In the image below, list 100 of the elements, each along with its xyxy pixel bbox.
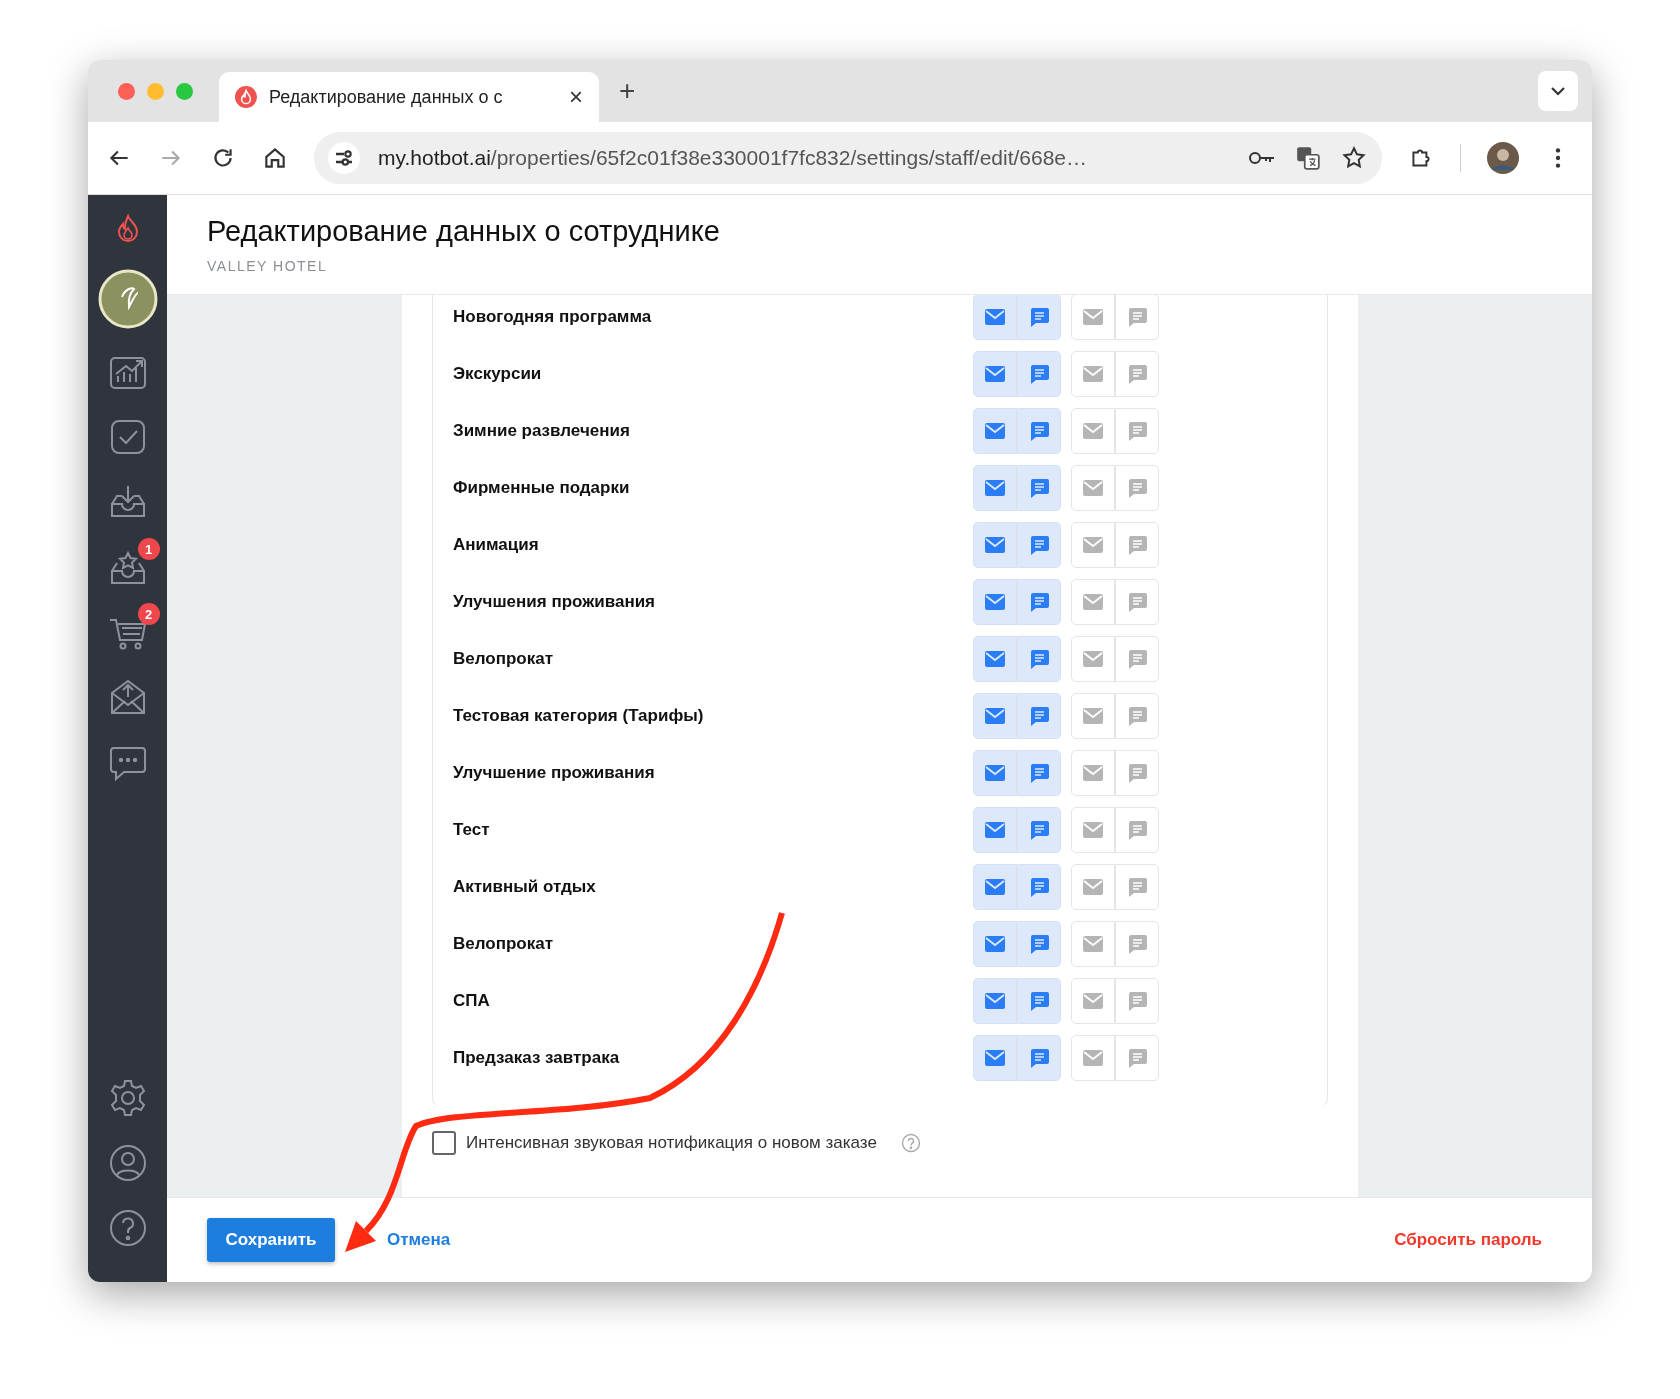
message-toggle[interactable] xyxy=(1017,920,1061,967)
message-toggle[interactable] xyxy=(1017,635,1061,682)
email-toggle[interactable] xyxy=(1071,407,1115,454)
new-tab-button[interactable]: + xyxy=(619,75,636,107)
user-avatar[interactable] xyxy=(97,269,158,329)
email-toggle[interactable] xyxy=(1071,806,1115,853)
message-toggle[interactable] xyxy=(1115,692,1159,739)
address-bar[interactable]: my.hotbot.ai/properties/65f2c01f38e330001f7fc832/settings/staff/edit/668e… xyxy=(314,132,1382,184)
message-toggle[interactable] xyxy=(1115,295,1159,340)
email-toggle[interactable] xyxy=(973,578,1017,625)
email-toggle[interactable] xyxy=(973,920,1017,967)
close-window-icon[interactable] xyxy=(118,82,135,100)
message-toggle[interactable] xyxy=(1017,407,1061,454)
category-label: Велопрокат xyxy=(453,648,555,669)
envelope-icon xyxy=(1082,763,1104,782)
message-toggle[interactable] xyxy=(1115,806,1159,853)
message-toggle[interactable] xyxy=(1115,977,1159,1024)
message-toggle[interactable] xyxy=(1017,977,1061,1024)
save-button[interactable]: Сохранить xyxy=(207,1218,335,1262)
email-toggle[interactable] xyxy=(1071,578,1115,625)
email-toggle[interactable] xyxy=(973,464,1017,511)
message-toggle[interactable] xyxy=(1115,863,1159,910)
message-icon xyxy=(1028,476,1050,499)
tab-close-button[interactable]: × xyxy=(569,83,583,111)
envelope-icon xyxy=(1082,535,1104,554)
message-toggle[interactable] xyxy=(1017,350,1061,397)
envelope-icon xyxy=(1082,478,1104,497)
email-toggle[interactable] xyxy=(1071,920,1115,967)
message-toggle[interactable] xyxy=(1115,464,1159,511)
reset-password-link[interactable]: Сбросить пароль xyxy=(1394,1230,1542,1250)
browser-tab[interactable]: Редактирование данных о с × xyxy=(219,72,599,122)
email-toggle[interactable] xyxy=(973,863,1017,910)
email-toggle[interactable] xyxy=(1071,692,1115,739)
envelope-icon xyxy=(984,991,1006,1010)
profile-avatar[interactable] xyxy=(1487,142,1519,174)
email-toggle[interactable] xyxy=(973,692,1017,739)
message-icon xyxy=(1028,818,1050,841)
message-toggle[interactable] xyxy=(1017,1034,1061,1081)
envelope-icon xyxy=(984,820,1006,839)
flame-logo[interactable] xyxy=(115,213,140,245)
envelope-icon xyxy=(984,592,1006,611)
help-icon[interactable] xyxy=(900,1133,921,1153)
help-icon[interactable] xyxy=(107,1207,148,1248)
email-toggle[interactable] xyxy=(973,635,1017,682)
message-icon xyxy=(1028,761,1050,784)
email-toggle[interactable] xyxy=(1071,295,1115,340)
email-toggle[interactable] xyxy=(973,350,1017,397)
envelope-icon xyxy=(984,934,1006,953)
home-icon[interactable] xyxy=(262,145,288,171)
message-icon xyxy=(1028,590,1050,613)
message-toggle[interactable] xyxy=(1017,863,1061,910)
message-toggle[interactable] xyxy=(1017,464,1061,511)
email-toggle[interactable] xyxy=(973,749,1017,796)
envelope-icon xyxy=(1082,1048,1104,1067)
cancel-link[interactable]: Отмена xyxy=(387,1230,451,1250)
email-toggle[interactable] xyxy=(1071,749,1115,796)
email-toggle[interactable] xyxy=(1071,863,1115,910)
user-icon[interactable] xyxy=(107,1142,148,1183)
email-toggle[interactable] xyxy=(1071,464,1115,511)
checkbox[interactable] xyxy=(432,1131,456,1155)
email-toggle[interactable] xyxy=(973,521,1017,568)
star-icon[interactable] xyxy=(1340,145,1368,171)
url-host: my.hotbot.ai xyxy=(378,146,491,169)
envelope-icon xyxy=(1082,820,1104,839)
message-toggle[interactable] xyxy=(1115,635,1159,682)
message-toggle[interactable] xyxy=(1017,806,1061,853)
chevron-down-icon[interactable] xyxy=(1538,71,1578,111)
email-toggle[interactable] xyxy=(1071,977,1115,1024)
tab-title: Редактирование данных о с xyxy=(269,86,504,108)
email-toggle[interactable] xyxy=(1071,350,1115,397)
category-label: Анимация xyxy=(453,534,540,555)
email-toggle[interactable] xyxy=(1071,1034,1115,1081)
email-toggle[interactable] xyxy=(973,295,1017,340)
message-icon xyxy=(1126,362,1148,385)
translate-icon[interactable] xyxy=(1294,145,1322,171)
email-toggle[interactable] xyxy=(973,977,1017,1024)
message-toggle[interactable] xyxy=(1115,920,1159,967)
flame-icon xyxy=(235,86,257,108)
email-toggle[interactable] xyxy=(1071,521,1115,568)
message-toggle[interactable] xyxy=(1115,749,1159,796)
site-settings-icon[interactable] xyxy=(328,142,360,174)
email-toggle[interactable] xyxy=(973,806,1017,853)
message-toggle[interactable] xyxy=(1115,407,1159,454)
category-label: СПА xyxy=(453,990,491,1011)
envelope-icon xyxy=(984,535,1006,554)
message-toggle[interactable] xyxy=(1115,1034,1159,1081)
message-icon xyxy=(1126,704,1148,727)
message-toggle[interactable] xyxy=(1017,521,1061,568)
message-toggle[interactable] xyxy=(1017,749,1061,796)
email-toggle[interactable] xyxy=(1071,635,1115,682)
message-icon xyxy=(1028,419,1050,442)
message-toggle[interactable] xyxy=(1115,521,1159,568)
message-toggle[interactable] xyxy=(1115,350,1159,397)
message-icon xyxy=(1126,761,1148,784)
message-toggle[interactable] xyxy=(1115,578,1159,625)
email-toggle[interactable] xyxy=(973,1034,1017,1081)
message-toggle[interactable] xyxy=(1017,692,1061,739)
message-toggle[interactable] xyxy=(1017,295,1061,340)
message-toggle[interactable] xyxy=(1017,578,1061,625)
email-toggle[interactable] xyxy=(973,407,1017,454)
